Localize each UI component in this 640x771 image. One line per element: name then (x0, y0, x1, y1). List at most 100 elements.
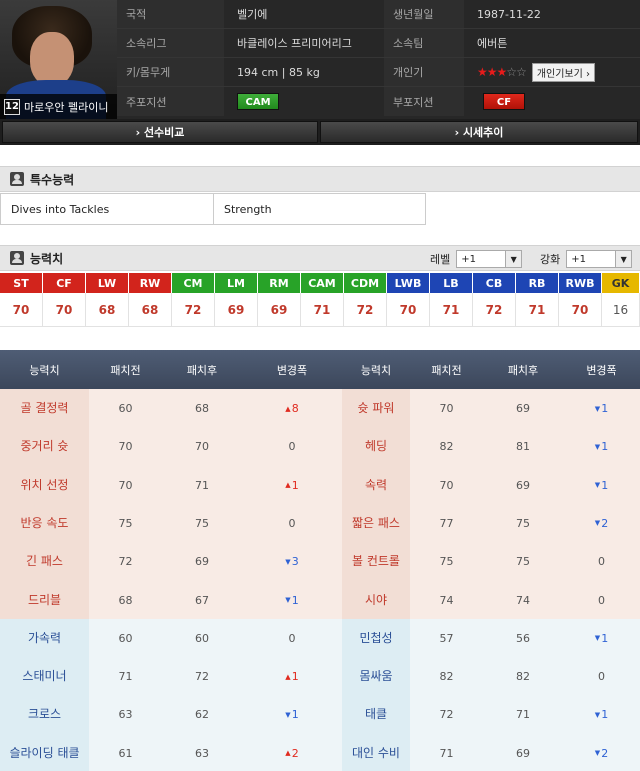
arrow-down-icon: ▼ (594, 519, 601, 528)
stat-before: 75 (118, 516, 133, 530)
stat-name: 태클 (342, 695, 410, 735)
value-birthdate: 1987-11-22 (464, 0, 640, 29)
position-rating: 69 (215, 293, 258, 327)
arrow-down-icon: ▼ (285, 557, 291, 566)
chevron-down-icon: ▼ (505, 251, 522, 267)
position-label: RB (516, 273, 559, 293)
stat-change-value: 1 (601, 478, 609, 492)
stat-change-value: 0 (288, 631, 296, 645)
stat-after: 74 (516, 593, 530, 607)
player-profile: 12 마로우안 펠라이니 국적 벨기에 생년월일 1987-11-22 소속리그… (0, 0, 640, 119)
arrow-up-icon: ▲ (285, 404, 291, 413)
stat-name: 슛 파워 (342, 389, 410, 428)
level-label: 레벨 (430, 253, 451, 266)
stat-before: 75 (439, 555, 454, 569)
arrow-down-icon: ▼ (594, 749, 601, 758)
stat-change: 0 (242, 427, 342, 466)
label-league: 소속리그 (117, 29, 224, 58)
stat-before: 70 (118, 478, 133, 492)
position-rating: 16 (602, 293, 640, 327)
stat-change-value: 3 (291, 555, 299, 569)
player-name: 마로우안 펠라이니 (24, 100, 109, 114)
user-icon (10, 172, 24, 186)
level-select[interactable]: +1 ▼ (456, 250, 523, 268)
stat-before: 68 (118, 593, 133, 607)
stat-name: 대인 수비 (342, 733, 410, 771)
enhance-select-group: 강화 +1 ▼ (540, 250, 633, 268)
position-label: LWB (387, 273, 430, 293)
position-rating: 70 (387, 293, 430, 327)
price-trend-button[interactable]: › 시세추이 (320, 121, 638, 143)
position-label: ST (0, 273, 43, 293)
stat-before: 70 (439, 402, 454, 415)
position-label: CDM (344, 273, 387, 293)
stat-name: 헤딩 (342, 427, 410, 467)
position-rating: 72 (172, 293, 215, 327)
position-label: LW (86, 273, 129, 293)
stat-change-value: 1 (601, 440, 609, 454)
special-ability-header: 특수능력 (0, 166, 640, 192)
stat-after: 71 (516, 708, 530, 722)
stat-change: ▲ 2 (242, 734, 342, 771)
stat-change-value: 0 (598, 593, 605, 607)
stat-before: 82 (439, 670, 454, 684)
stat-change: ▼ 1 (242, 695, 342, 734)
value-nationality: 벨기에 (224, 0, 384, 29)
stat-name: 민첩성 (342, 618, 410, 658)
position-header-row: ST CF LW RW CM LM RM CAM CDM LWB LB CB RB RWB GK (0, 273, 640, 293)
stat-change-value: 0 (598, 555, 605, 569)
label-skill-moves: 개인기 (384, 58, 464, 87)
label-height-weight: 키/몸무게 (117, 58, 224, 87)
stat-before: 72 (439, 708, 454, 722)
stat-change-value: 0 (288, 440, 296, 454)
stat-change-value: 2 (601, 516, 609, 530)
stat-change-value: 0 (598, 670, 605, 684)
special-ability-list: Dives into Tackles Strength (0, 193, 426, 225)
label-main-position: 주포지션 (117, 87, 224, 116)
stat-change: ▼ 2 (563, 734, 640, 771)
label-birthdate: 생년월일 (384, 0, 464, 29)
position-label: CM (172, 273, 215, 293)
position-label: CB (473, 273, 516, 293)
stat-column-header: 능력치 (342, 350, 410, 389)
stat-comparison-table: 능력치 패치전 패치후 변경폭 능력치 패치전 패치후 변경폭 골 결정력 60 68 ▲ 8 슛 파워 7… (0, 350, 640, 771)
chevron-down-icon: ▼ (615, 251, 632, 267)
enhance-label: 강화 (540, 253, 561, 266)
stat-after: 69 (516, 746, 530, 760)
level-select-group: 레벨 +1 ▼ (430, 250, 523, 268)
stat-after: 75 (516, 555, 530, 569)
stat-column-header: 변경폭 (563, 350, 640, 389)
stat-change-value: 2 (291, 746, 299, 760)
arrow-down-icon: ▼ (285, 710, 291, 719)
stat-before: 71 (118, 670, 133, 684)
stat-name: 볼 컨트롤 (342, 542, 410, 582)
stat-column-header: 패치전 (410, 350, 483, 389)
skill-stars: ★★★☆☆ (477, 65, 527, 79)
stat-name: 속력 (342, 465, 410, 505)
stat-after: 63 (195, 746, 209, 760)
profile-nav: › 선수비교 › 시세추이 (0, 119, 640, 145)
value-main-position: CAM (224, 87, 384, 116)
skill-view-button[interactable]: 개인기보기 › (531, 62, 596, 82)
stat-after: 60 (195, 631, 209, 645)
stat-name: 몸싸움 (342, 657, 410, 697)
player-compare-button[interactable]: › 선수비교 (2, 121, 318, 143)
ability-title: 능력치 (30, 251, 64, 266)
enhance-select[interactable]: +1 ▼ (566, 250, 633, 268)
stat-name: 슬라이딩 태클 (0, 733, 89, 771)
stat-change: ▲ 1 (242, 466, 342, 505)
stat-change: ▲ 8 (242, 389, 342, 428)
stat-after: 68 (195, 402, 209, 415)
position-value-row: 70 70 68 68 72 69 69 71 72 70 71 72 71 70 16 (0, 293, 640, 327)
stat-change: ▼ 1 (563, 389, 640, 428)
stat-after: 56 (516, 631, 530, 645)
stat-name: 크로스 (0, 695, 89, 735)
stat-change: ▼ 1 (563, 619, 640, 658)
sub-position-badge: CF (483, 93, 525, 110)
stat-name: 긴 패스 (0, 542, 89, 582)
stat-change-value: 1 (291, 670, 299, 684)
stat-change: 0 (563, 581, 640, 620)
arrow-down-icon: ▼ (594, 442, 601, 451)
stat-name: 짧은 패스 (342, 503, 410, 543)
stat-name: 중거리 슛 (0, 427, 89, 467)
